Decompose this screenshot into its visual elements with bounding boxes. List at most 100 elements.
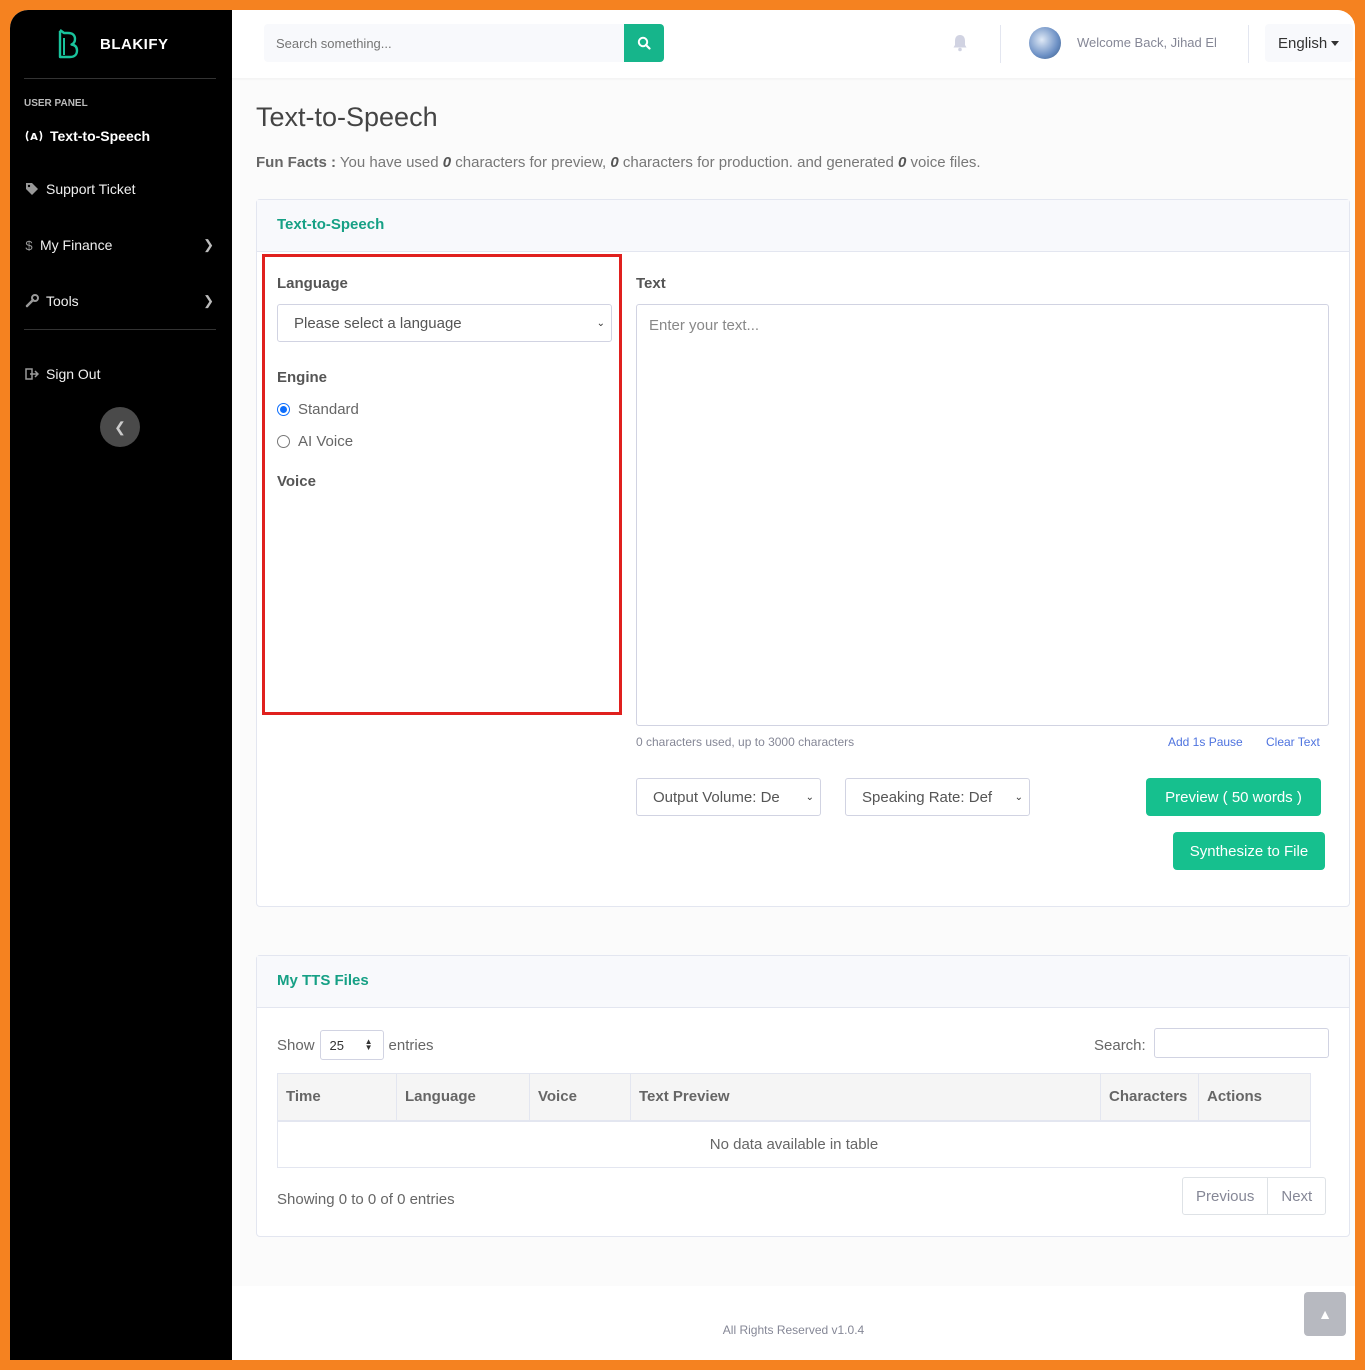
voice-label: Voice [277, 473, 316, 490]
sidebar-item-text-to-speech[interactable]: A Text-to-Speech [10, 121, 232, 151]
fun-facts-text: characters for production. and generated [618, 154, 899, 171]
language-select-value: Please select a language [294, 314, 462, 332]
table-search-input[interactable] [1154, 1028, 1329, 1058]
fun-facts-text: voice files. [906, 154, 981, 171]
speaking-rate-value: Speaking Rate: Def [862, 788, 993, 806]
topbar: Welcome Back, Jihad El English [232, 10, 1355, 78]
chevron-down-icon: ⌄ [805, 792, 814, 803]
wrench-icon [24, 294, 40, 308]
search-icon [637, 36, 651, 50]
chevron-down-icon: ⌄ [596, 318, 605, 329]
column-header-text-preview[interactable]: Text Preview [630, 1073, 1101, 1122]
footer-text: All Rights Reserved v1.0.4 [722, 1323, 865, 1337]
engine-ai-radio[interactable]: AI Voice [277, 433, 353, 450]
sidebar-divider [24, 329, 216, 330]
sidebar-item-support-ticket[interactable]: Support Ticket [10, 161, 232, 217]
broadcast-icon: A [24, 129, 44, 143]
tts-card: Text-to-Speech Language Please select a … [256, 199, 1350, 907]
sidebar-item-label: Tools [46, 293, 79, 309]
search-button[interactable] [624, 24, 664, 62]
column-header-time[interactable]: Time [277, 1073, 397, 1122]
files-card-title: My TTS Files [257, 956, 1349, 1008]
sidebar-heading: USER PANEL [24, 98, 88, 109]
sign-out-icon [24, 368, 40, 380]
preview-chars-count: 0 [442, 154, 452, 171]
sidebar-collapse-button[interactable]: ❮ [100, 407, 140, 447]
page-title: Text-to-Speech [256, 102, 438, 132]
table-info: Showing 0 to 0 of 0 entries [277, 1191, 455, 1208]
sidebar: BLAKIFY USER PANEL A Text-to-Speech Supp… [10, 10, 232, 1360]
top-search [264, 24, 664, 62]
fun-facts-text: You have used [336, 154, 443, 171]
output-volume-value: Output Volume: De [653, 788, 780, 806]
sidebar-item-my-finance[interactable]: $ My Finance ❯ [10, 217, 232, 273]
brand[interactable]: BLAKIFY [10, 10, 232, 78]
column-header-language[interactable]: Language [396, 1073, 530, 1122]
welcome-text[interactable]: Welcome Back, Jihad El [1077, 35, 1217, 50]
scroll-to-top-button[interactable]: ▲ [1304, 1292, 1346, 1336]
entries-length: Show 25 ▲ ▼ entries [277, 1030, 434, 1060]
chevron-right-icon: ❯ [203, 293, 214, 308]
avatar[interactable] [1029, 27, 1061, 59]
language-dropdown[interactable]: English [1265, 24, 1353, 62]
fun-facts: Fun Facts : You have used 0 characters f… [256, 154, 981, 171]
fun-facts-label: Fun Facts : [256, 154, 337, 171]
sidebar-item-label: Sign Out [46, 366, 101, 382]
radio-unchecked-icon [277, 435, 290, 448]
dollar-icon: $ [25, 237, 33, 253]
table-row: No data available in table [277, 1120, 1311, 1168]
radio-checked-icon [277, 403, 290, 416]
entries-value: 25 [329, 1037, 344, 1053]
footer: All Rights Reserved v1.0.4 [232, 1286, 1355, 1360]
engine-label: Engine [277, 369, 328, 386]
sidebar-item-label: My Finance [40, 237, 113, 253]
previous-page-button[interactable]: Previous [1183, 1178, 1269, 1214]
tts-card-title: Text-to-Speech [257, 200, 1349, 252]
sidebar-item-label: Support Ticket [46, 181, 136, 197]
topbar-divider [1000, 25, 1001, 63]
synthesize-button[interactable]: Synthesize to File [1173, 832, 1325, 870]
output-volume-select[interactable]: Output Volume: De ⌄ [636, 778, 821, 816]
language-label: English [1278, 34, 1328, 52]
add-pause-link[interactable]: Add 1s Pause [1168, 735, 1243, 749]
caret-down-icon [1331, 40, 1340, 46]
text-label: Text [636, 275, 666, 292]
entries-label: entries [388, 1036, 434, 1054]
column-header-voice[interactable]: Voice [529, 1073, 631, 1122]
sidebar-item-label: Text-to-Speech [50, 128, 151, 144]
clear-text-link[interactable]: Clear Text [1266, 735, 1320, 749]
tts-files-card: My TTS Files Show 25 ▲ ▼ entries Search: … [256, 955, 1350, 1237]
chevron-left-icon: ❮ [114, 418, 126, 435]
sidebar-item-sign-out[interactable]: Sign Out [10, 346, 232, 402]
preview-button[interactable]: Preview ( 50 words ) [1146, 778, 1321, 816]
next-page-button[interactable]: Next [1268, 1178, 1325, 1214]
table-search-label: Search: [1094, 1037, 1146, 1054]
entries-select[interactable]: 25 ▲ ▼ [319, 1030, 384, 1060]
empty-table-message: No data available in table [277, 1120, 1311, 1168]
tts-files-table: Time Language Voice Text Preview Charact… [277, 1073, 1311, 1168]
chevron-right-icon: ❯ [203, 237, 214, 252]
speaking-rate-select[interactable]: Speaking Rate: Def ⌄ [845, 778, 1030, 816]
engine-standard-radio[interactable]: Standard [277, 401, 359, 418]
column-header-actions[interactable]: Actions [1198, 1073, 1311, 1122]
column-header-characters[interactable]: Characters [1100, 1073, 1199, 1122]
search-input[interactable] [264, 24, 624, 62]
language-label: Language [277, 275, 348, 292]
language-select[interactable]: Please select a language ⌄ [277, 304, 612, 342]
text-input[interactable]: Enter your text... [636, 304, 1329, 726]
sidebar-item-tools[interactable]: Tools ❯ [10, 273, 232, 329]
svg-text:A: A [30, 132, 38, 143]
engine-standard-label: Standard [298, 401, 359, 418]
engine-ai-label: AI Voice [298, 433, 354, 450]
show-label: Show [277, 1036, 315, 1054]
text-input-placeholder: Enter your text... [649, 317, 760, 334]
brand-logo-icon [58, 29, 79, 59]
chevron-up-icon: ▲ [1318, 1306, 1332, 1322]
sort-updown-icon: ▲ ▼ [364, 1037, 373, 1052]
character-counter: 0 characters used, up to 3000 characters [636, 735, 855, 749]
brand-name: BLAKIFY [100, 35, 169, 53]
tag-icon [24, 182, 40, 196]
fun-facts-text: characters for preview, [451, 154, 611, 171]
notification-bell-icon[interactable] [952, 34, 968, 57]
chevron-down-icon: ⌄ [1014, 792, 1023, 803]
